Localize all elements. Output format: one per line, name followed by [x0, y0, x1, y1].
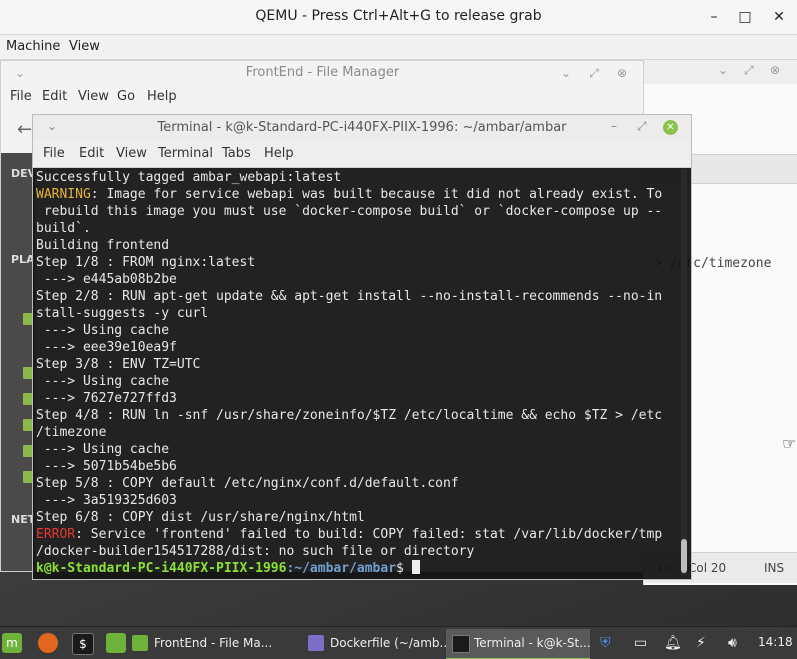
- menu-view[interactable]: View: [78, 89, 109, 104]
- close-icon[interactable]: ⊗: [770, 63, 780, 77]
- notification-bell-icon[interactable]: 🔔︎: [664, 635, 682, 651]
- prompt-path: :~/ambar/ambar: [286, 561, 397, 575]
- prompt-user: k@k-Standard-PC-i440FX-PIIX-1996: [36, 561, 287, 575]
- terminal-line: ---> 3a519325d603: [36, 493, 177, 508]
- menu-icon[interactable]: m: [2, 633, 22, 653]
- terminal-titlebar: ⌄ Terminal - k@k-Standard-PC-i440FX-PIIX…: [33, 115, 691, 141]
- close-button[interactable]: ✕: [663, 120, 678, 135]
- minimize-button[interactable]: –: [703, 6, 725, 28]
- task-dockerfile[interactable]: Dockerfile (~/amb...: [302, 629, 451, 658]
- terminal-line: Step 4/8 : RUN ln -snf /usr/share/zonein…: [36, 408, 663, 423]
- menu-view[interactable]: View: [69, 39, 100, 54]
- terminal-line: WARNING: Image for service webapi was bu…: [36, 187, 663, 202]
- task-file-manager[interactable]: FrontEnd - File Ma...: [126, 629, 298, 658]
- terminal-line: Step 6/8 : COPY dist /usr/share/nginx/ht…: [36, 510, 365, 525]
- menu-tabs[interactable]: Tabs: [222, 146, 251, 161]
- terminal-line: ERROR: Service 'frontend' failed to buil…: [36, 527, 663, 542]
- cursor-column: Col 20: [688, 561, 727, 575]
- back-arrow-icon[interactable]: ←: [17, 119, 32, 140]
- menu-help[interactable]: Help: [147, 89, 177, 104]
- error-label: ERROR: [36, 527, 76, 542]
- terminal-line: ---> 5071b54be5b6: [36, 459, 177, 474]
- sidebar: DEV PLA NET: [1, 153, 36, 571]
- file-manager-title: FrontEnd - File Manager: [245, 65, 400, 80]
- menu-edit[interactable]: Edit: [79, 146, 104, 161]
- qemu-titlebar: QEMU - Press Ctrl+Alt+G to release grab …: [0, 0, 797, 35]
- window-menu-icon[interactable]: ⌄: [11, 64, 29, 82]
- clock[interactable]: 14:18: [758, 635, 793, 649]
- taskbar: m $ FrontEnd - File Ma... Dockerfile (~/…: [0, 626, 797, 659]
- menu-go[interactable]: Go: [117, 89, 135, 104]
- maximize-button[interactable]: □: [734, 6, 756, 28]
- qemu-menubar: Machine View: [0, 35, 797, 60]
- firefox-icon[interactable]: [38, 633, 58, 653]
- scrollbar[interactable]: [681, 169, 687, 575]
- terminal-line: ---> 7627e727ffd3: [36, 391, 177, 406]
- insert-mode[interactable]: INS: [764, 561, 784, 575]
- terminal-line: ---> Using cache: [36, 374, 170, 389]
- scrollbar-thumb[interactable]: [681, 539, 687, 573]
- terminal-icon: [452, 635, 470, 653]
- terminal-line: Step 2/8 : RUN apt-get update && apt-get…: [36, 289, 663, 304]
- folder-icon: [132, 635, 148, 651]
- minimize-button[interactable]: ⌄: [557, 64, 575, 82]
- power-icon[interactable]: ⚡: [696, 635, 706, 651]
- menu-edit[interactable]: Edit: [42, 89, 67, 104]
- maximize-button[interactable]: ⤢: [637, 119, 647, 134]
- guest-screen: FrontEnd - File Manager ⌄ ⌄ ⤢ ⊗ File Edi…: [0, 60, 797, 659]
- menu-terminal[interactable]: Terminal: [158, 146, 213, 161]
- display-icon[interactable]: ▭: [634, 635, 647, 651]
- terminal-icon[interactable]: $: [72, 633, 94, 655]
- menu-file[interactable]: File: [43, 146, 65, 161]
- editor-titlebar: ⌄ ⤢ ⊗: [644, 60, 797, 84]
- warning-label: WARNING: [36, 187, 91, 202]
- terminal-line: Successfully tagged ambar_webapi:latest: [36, 170, 342, 185]
- menu-machine[interactable]: Machine: [6, 39, 60, 54]
- close-button[interactable]: ✕: [768, 6, 790, 28]
- volume-icon[interactable]: 🔊︎: [728, 635, 737, 651]
- terminal-line: build`.: [36, 221, 91, 236]
- minimize-button[interactable]: –: [611, 119, 617, 133]
- terminal-line: /timezone: [36, 425, 107, 440]
- close-icon[interactable]: ⊗: [613, 64, 631, 82]
- text-editor-icon: [308, 635, 324, 651]
- terminal-line: ---> eee39e10ea9f: [36, 340, 177, 355]
- mouse-pointer-icon: ☞: [782, 434, 797, 453]
- folder-icon[interactable]: [106, 633, 126, 653]
- terminal-prompt[interactable]: k@k-Standard-PC-i440FX-PIIX-1996:~/ambar…: [36, 560, 678, 575]
- terminal-line: ---> Using cache: [36, 323, 170, 338]
- terminal-output[interactable]: Successfully tagged ambar_webapi:latest …: [36, 169, 678, 575]
- terminal-line: Step 5/8 : COPY default /etc/nginx/conf.…: [36, 476, 459, 491]
- terminal-line: Step 1/8 : FROM nginx:latest: [36, 255, 256, 270]
- minimize-button[interactable]: ⌄: [718, 63, 728, 77]
- task-terminal[interactable]: Terminal - k@k-St...: [446, 629, 591, 659]
- terminal-line: Building frontend: [36, 238, 170, 253]
- terminal-menubar: File Edit View Terminal Tabs Help: [33, 141, 691, 168]
- maximize-button[interactable]: ⤢: [744, 63, 754, 78]
- terminal-line: ---> Using cache: [36, 442, 170, 457]
- terminal-title: Terminal - k@k-Standard-PC-i440FX-PIIX-1…: [157, 120, 567, 135]
- maximize-button[interactable]: ⤢: [585, 64, 603, 82]
- window-title: QEMU - Press Ctrl+Alt+G to release grab: [255, 8, 542, 24]
- terminal-line: stall-suggests -y curl: [36, 306, 209, 321]
- terminal-line: Step 3/8 : ENV TZ=UTC: [36, 357, 201, 372]
- terminal-line: rebuild this image you must use `docker-…: [36, 204, 663, 219]
- menu-view[interactable]: View: [116, 146, 147, 161]
- menu-help[interactable]: Help: [264, 146, 294, 161]
- terminal-line: ---> e445ab08b2be: [36, 272, 177, 287]
- menu-file[interactable]: File: [10, 89, 32, 104]
- terminal-window[interactable]: ⌄ Terminal - k@k-Standard-PC-i440FX-PIIX…: [32, 114, 692, 580]
- prompt-symbol: $: [396, 561, 404, 575]
- text-cursor: [411, 560, 420, 574]
- shield-icon[interactable]: ⛨: [600, 635, 611, 651]
- terminal-line: /docker-builder154517288/dist: no such f…: [36, 544, 475, 559]
